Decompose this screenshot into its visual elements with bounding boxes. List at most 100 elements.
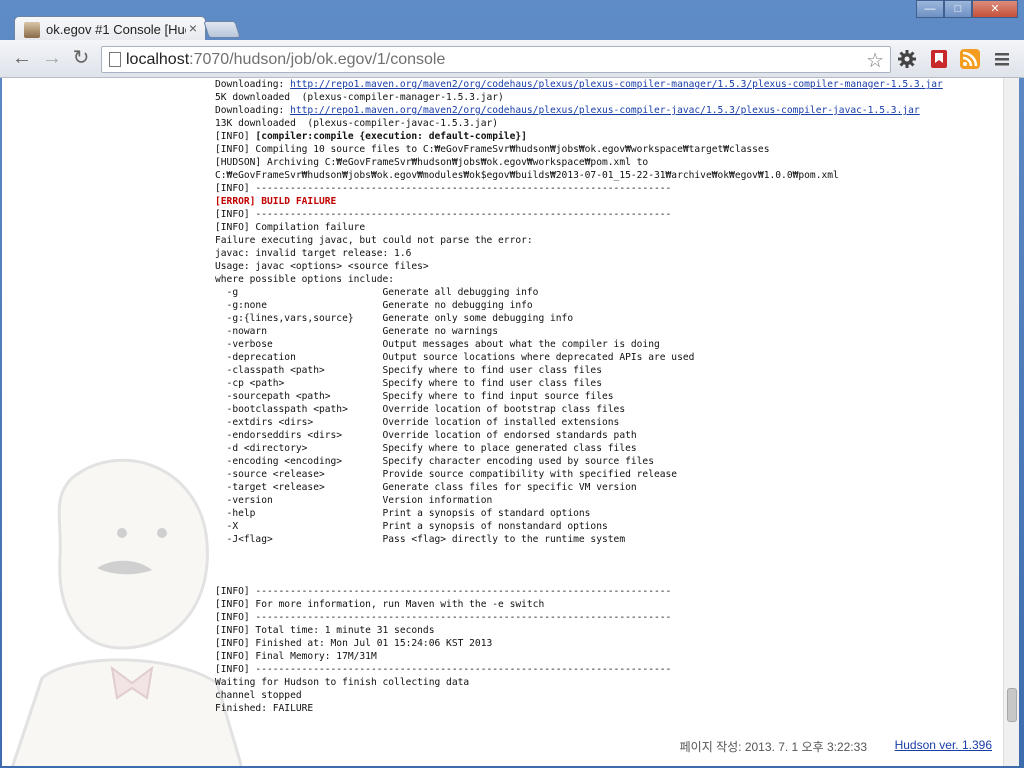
console-line: [INFO] ---------------------------------… (215, 585, 995, 598)
console-line-text: -extdirs <dirs> Override location of ins… (215, 417, 620, 428)
console-line: -nowarn Generate no warnings (215, 325, 995, 338)
console-line-text: -target <release> Generate class files f… (215, 482, 637, 493)
console-line: -version Version information (215, 494, 995, 507)
console-line: -g Generate all debugging info (215, 286, 995, 299)
console-line: 13K downloaded (plexus-compiler-javac-1.… (215, 117, 995, 130)
console-line: -deprecation Output source locations whe… (215, 351, 995, 364)
console-line: [INFO] ---------------------------------… (215, 663, 995, 676)
console-line-text: [INFO] ---------------------------------… (215, 586, 672, 597)
console-line: [INFO] Finished at: Mon Jul 01 15:24:06 … (215, 637, 995, 650)
back-button[interactable]: ← (9, 47, 35, 71)
vertical-scrollbar[interactable] (1003, 78, 1019, 766)
console-line: -d <directory> Specify where to place ge… (215, 442, 995, 455)
console-line-text: -cp <path> Specify where to find user cl… (215, 378, 602, 389)
console-line-text: where possible options include: (215, 274, 395, 285)
console-line-text: -source <release> Provide source compati… (215, 469, 678, 480)
menu-icon[interactable] (992, 49, 1012, 69)
console-line-prefix: Downloading: (215, 105, 291, 116)
console-line-text: [INFO] ---------------------------------… (215, 209, 672, 220)
tab-title: ok.egov #1 Console [Hudson] (46, 22, 186, 37)
console-goal-text: [compiler:compile {execution: default-co… (255, 131, 527, 142)
browser-window: ok.egov #1 Console [Hudson] × — □ ✕ ← → … (0, 0, 1024, 768)
console-line: javac: invalid target release: 1.6 (215, 247, 995, 260)
console-line: [ERROR] BUILD FAILURE (215, 195, 995, 208)
console-line: 5K downloaded (plexus-compiler-manager-1… (215, 91, 995, 104)
console-line-text: [HUDSON] Archiving C:₩eGovFrameSvr₩hudso… (215, 157, 649, 168)
console-line: [INFO] Compilation failure (215, 221, 995, 234)
console-line-text: -d <directory> Specify where to place ge… (215, 443, 637, 454)
browser-toolbar: ← → ↻ localhost:7070/hudson/job/ok.egov/… (0, 40, 1024, 78)
console-line-prefix: Downloading: (215, 79, 291, 90)
console-line-text: -sourcepath <path> Specify where to find… (215, 391, 614, 402)
console-line: [INFO] ---------------------------------… (215, 208, 995, 221)
console-line-prefix: [INFO] (215, 131, 256, 142)
console-line: where possible options include: (215, 273, 995, 286)
new-tab-button[interactable] (203, 21, 241, 38)
console-line-text: [INFO] ---------------------------------… (215, 664, 672, 675)
scrollbar-thumb[interactable] (1007, 688, 1017, 722)
console-line: -encoding <encoding> Specify character e… (215, 455, 995, 468)
hudson-version-link[interactable]: Hudson ver. 1.396 (895, 738, 992, 752)
console-line: -g:none Generate no debugging info (215, 299, 995, 312)
console-line-text: Failure executing javac, but could not p… (215, 235, 533, 246)
console-line: -help Print a synopsis of standard optio… (215, 507, 995, 520)
console-line-text: [INFO] Finished at: Mon Jul 01 15:24:06 … (215, 638, 493, 649)
address-bar[interactable]: localhost:7070/hudson/job/ok.egov/1/cons… (101, 46, 891, 73)
console-line-text: 5K downloaded (plexus-compiler-manager-1… (215, 92, 504, 103)
bookmark-star-icon[interactable]: ☆ (866, 48, 884, 73)
build-failure-text: [ERROR] BUILD FAILURE (215, 196, 337, 207)
console-line-text: Usage: javac <options> <source files> (215, 261, 429, 272)
console-line-text: -bootclasspath <path> Override location … (215, 404, 626, 415)
bookmark-extension-icon[interactable] (929, 49, 949, 69)
url-text[interactable]: localhost:7070/hudson/job/ok.egov/1/cons… (126, 51, 445, 69)
console-line-text: -X Print a synopsis of nonstandard optio… (215, 521, 608, 532)
console-line: -endorseddirs <dirs> Override location o… (215, 429, 995, 442)
close-window-button[interactable]: ✕ (972, 0, 1018, 18)
console-line: Usage: javac <options> <source files> (215, 260, 995, 273)
console-line-text: [INFO] ---------------------------------… (215, 183, 672, 194)
console-line-text: 13K downloaded (plexus-compiler-javac-1.… (215, 118, 499, 129)
console-line-text: [INFO] Compiling 10 source files to C:₩e… (215, 144, 770, 155)
console-line: -classpath <path> Specify where to find … (215, 364, 995, 377)
console-line: channel stopped (215, 689, 995, 702)
console-line-text: channel stopped (215, 690, 302, 701)
tab-console[interactable]: ok.egov #1 Console [Hudson] × (14, 16, 206, 42)
console-line: Downloading: http://repo1.maven.org/mave… (215, 78, 995, 91)
page-footer: 페이지 작성: 2013. 7. 1 오후 3:22:33 Hudson ver… (2, 731, 1002, 761)
forward-button[interactable]: → (39, 47, 65, 71)
console-line-text: -J<flag> Pass <flag> directly to the run… (215, 534, 626, 545)
console-line: -g:{lines,vars,source} Generate only som… (215, 312, 995, 325)
maximize-button[interactable]: □ (944, 0, 972, 18)
rss-icon[interactable] (960, 49, 980, 69)
console-line: Downloading: http://repo1.maven.org/mave… (215, 104, 995, 117)
console-line-text: Waiting for Hudson to finish collecting … (215, 677, 470, 688)
gear-icon[interactable] (897, 49, 917, 69)
console-line: [HUDSON] Archiving C:₩eGovFrameSvr₩hudso… (215, 156, 995, 169)
window-controls: — □ ✕ (916, 0, 1018, 18)
console-line-text: C:₩eGovFrameSvr₩hudson₩jobs₩ok.egov₩modu… (215, 170, 839, 181)
console-output: Downloading: http://repo1.maven.org/mave… (215, 78, 995, 715)
console-line-text: [INFO] Compilation failure (215, 222, 366, 233)
console-line-text: -g:none Generate no debugging info (215, 300, 533, 311)
console-line: -X Print a synopsis of nonstandard optio… (215, 520, 995, 533)
tab-strip: ok.egov #1 Console [Hudson] × — □ ✕ (0, 0, 1024, 42)
console-line-text: -version Version information (215, 495, 493, 506)
console-line: Failure executing javac, but could not p… (215, 234, 995, 247)
reload-button[interactable]: ↻ (68, 47, 94, 71)
minimize-button[interactable]: — (916, 0, 944, 18)
console-line: [INFO] Final Memory: 17M/31M (215, 650, 995, 663)
page-content: Downloading: http://repo1.maven.org/mave… (2, 78, 1019, 766)
tab-close-icon[interactable]: × (189, 20, 197, 36)
download-link[interactable]: http://repo1.maven.org/maven2/org/codeha… (290, 105, 920, 116)
hudson-butler-watermark-icon (11, 458, 242, 766)
hudson-favicon-icon (24, 22, 40, 38)
console-line: -verbose Output messages about what the … (215, 338, 995, 351)
console-line: [INFO] Compiling 10 source files to C:₩e… (215, 143, 995, 156)
console-line: [INFO] Total time: 1 minute 31 seconds (215, 624, 995, 637)
console-line: Finished: FAILURE (215, 702, 995, 715)
console-line-text: -g:{lines,vars,source} Generate only som… (215, 313, 574, 324)
download-link[interactable]: http://repo1.maven.org/maven2/org/codeha… (290, 79, 943, 90)
console-line-text: Finished: FAILURE (215, 703, 314, 714)
